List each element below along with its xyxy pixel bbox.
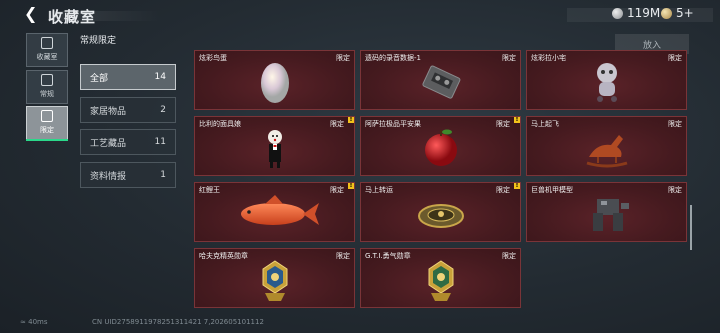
back-arrow-icon[interactable]: ❮ xyxy=(24,5,40,23)
egg-icon xyxy=(261,63,289,103)
collection-card[interactable]: G.T.I.勇气勋章 限定 xyxy=(360,248,521,308)
collection-card[interactable]: 马上转运 限定 ! xyxy=(360,182,521,242)
filter-craft[interactable]: 工艺藏品 11 xyxy=(80,129,176,155)
filter-count: 2 xyxy=(160,105,166,115)
currency-silver[interactable]: 119M xyxy=(612,6,660,20)
filter-count: 14 xyxy=(154,72,166,82)
page-title: 收藏室 xyxy=(48,8,97,26)
collection-card[interactable]: 遗码的录音数据-1 限定 xyxy=(360,50,521,110)
picture-icon xyxy=(41,110,53,122)
currency-gold-value: 5+ xyxy=(676,6,694,20)
filter-label: 资料情报 xyxy=(90,171,127,182)
doll-icon xyxy=(597,63,617,102)
fish-icon xyxy=(241,195,319,225)
filter-label: 工艺藏品 xyxy=(90,138,127,149)
filter-count: 1 xyxy=(160,170,166,180)
sidebar-item-collection[interactable]: 收藏室 xyxy=(26,33,68,67)
scrollbar[interactable] xyxy=(690,205,692,250)
sidebar-item-label: 常规 xyxy=(40,90,54,98)
apple-icon xyxy=(425,129,457,166)
filter-intel[interactable]: 资料情报 1 xyxy=(80,162,176,188)
filter-all[interactable]: 全部 14 xyxy=(80,64,176,90)
document-icon xyxy=(41,74,53,86)
medal-icon xyxy=(262,260,288,301)
avatar-icon xyxy=(41,37,53,49)
sidebar-item-regular[interactable]: 常规 xyxy=(26,70,68,104)
section-title: 常规限定 xyxy=(80,36,117,46)
collection-card[interactable]: 红鲤王 限定 ! xyxy=(194,182,355,242)
collection-card[interactable]: 巨兽机甲模型 限定 xyxy=(526,182,687,242)
gold-coin-icon xyxy=(661,7,672,19)
currency-gold[interactable]: 5+ xyxy=(661,6,694,20)
collection-card[interactable]: 炫彩拉小宅 限定 xyxy=(526,50,687,110)
collection-card[interactable]: 比利的面具娘 限定 ! xyxy=(194,116,355,176)
cassette-icon xyxy=(422,65,461,99)
network-status: ≈ 40ms xyxy=(20,318,47,326)
filter-count: 11 xyxy=(154,137,166,147)
currency-silver-value: 119M xyxy=(627,6,661,20)
ping-value: 40ms xyxy=(28,318,48,326)
sidebar-item-label: 限定 xyxy=(40,126,54,134)
compass-icon xyxy=(418,204,464,228)
active-indicator xyxy=(26,139,68,141)
sidebar-item-limited[interactable]: 限定 xyxy=(26,106,68,140)
uid-text: CN UID2758911978251311421 7,202605101112 xyxy=(92,318,264,326)
medal-icon xyxy=(428,260,454,301)
puppet-icon xyxy=(268,130,282,168)
filter-label: 全部 xyxy=(90,73,109,84)
horse-icon xyxy=(586,135,628,168)
collection-card[interactable]: 炫彩鸟蛋 限定 xyxy=(194,50,355,110)
collection-card[interactable]: 阿萨拉极品平安果 限定 ! xyxy=(360,116,521,176)
silver-coin-icon xyxy=(612,7,623,19)
wifi-icon: ≈ xyxy=(20,318,26,326)
top-bar: ❮ 收藏室 119M 5+ xyxy=(0,0,720,30)
collection-card[interactable]: 哈夫克精英勋章 限定 xyxy=(194,248,355,308)
filter-home[interactable]: 家居物品 2 xyxy=(80,97,176,123)
sidebar-item-label: 收藏室 xyxy=(36,53,58,61)
collection-card[interactable]: 马上起飞 限定 xyxy=(526,116,687,176)
filter-label: 家居物品 xyxy=(90,106,127,117)
mech-icon xyxy=(593,199,629,231)
